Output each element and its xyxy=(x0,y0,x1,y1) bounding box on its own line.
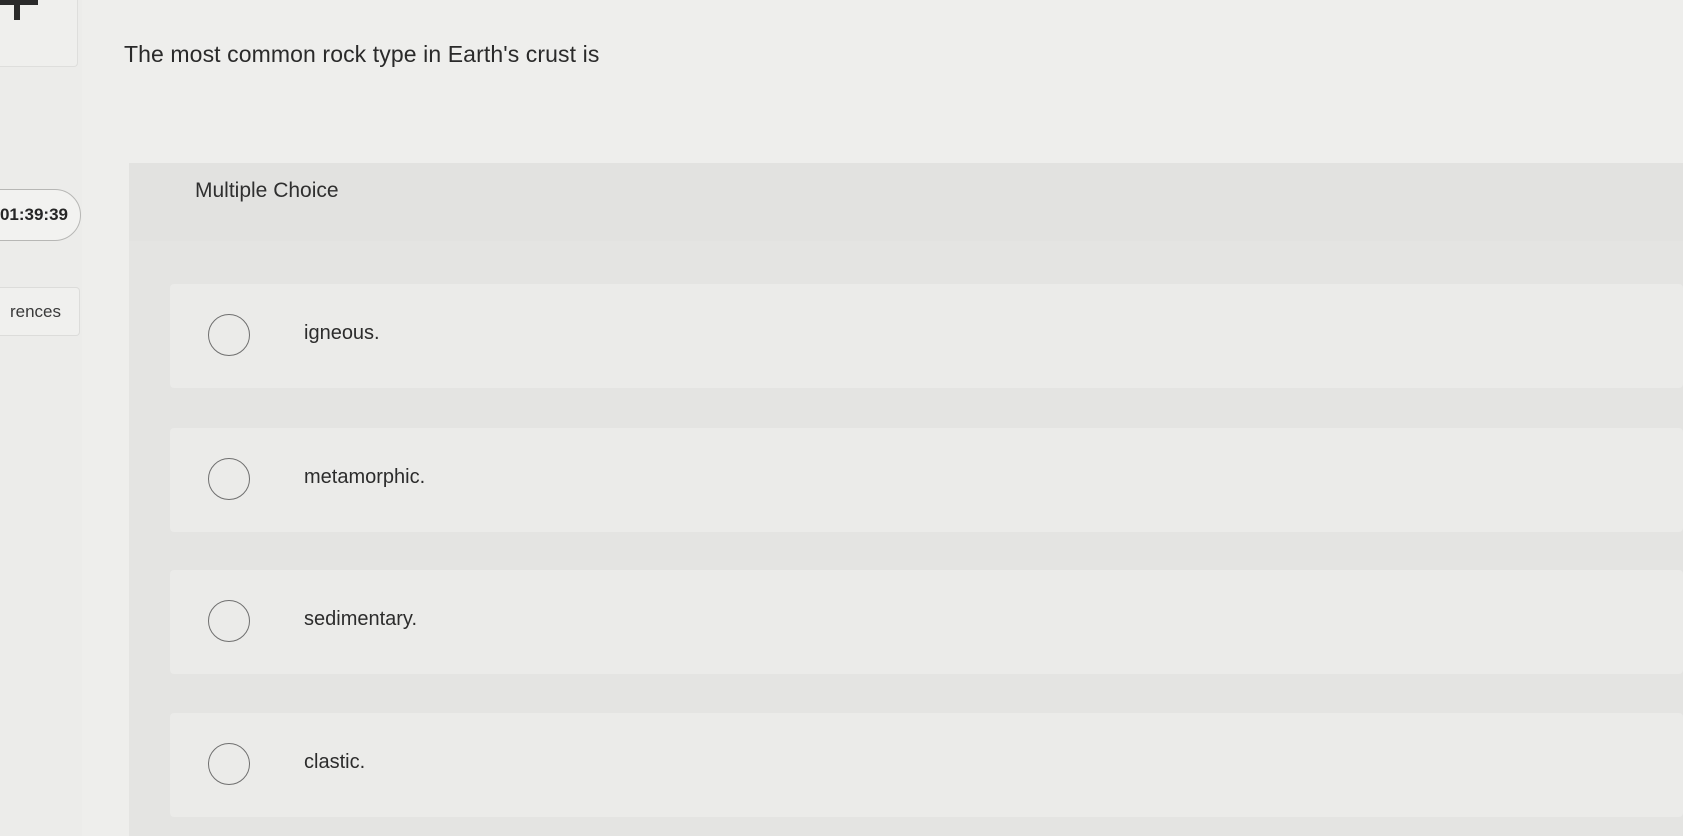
panel-header: Multiple Choice xyxy=(129,163,1683,241)
answer-option-label: igneous. xyxy=(304,322,380,344)
answer-option-label: sedimentary. xyxy=(304,608,418,630)
add-tile[interactable] xyxy=(0,0,78,67)
radio-unselected-icon[interactable] xyxy=(208,314,250,356)
timer-badge[interactable]: 01:39:39 xyxy=(0,189,81,241)
answer-option[interactable]: metamorphic. xyxy=(170,428,1683,532)
answer-option-label: metamorphic. xyxy=(304,466,426,488)
question-type-label: Multiple Choice xyxy=(195,179,339,202)
answer-option[interactable]: igneous. xyxy=(170,284,1683,388)
references-button[interactable]: rences xyxy=(0,287,80,336)
radio-unselected-icon[interactable] xyxy=(208,743,250,785)
radio-unselected-icon[interactable] xyxy=(208,600,250,642)
answer-option[interactable]: sedimentary. xyxy=(170,570,1683,674)
answer-panel: Multiple Choice igneous. metamorphic. se… xyxy=(129,163,1683,836)
timer-text: 01:39:39 xyxy=(0,205,68,224)
question-text: The most common rock type in Earth's cru… xyxy=(124,41,600,67)
answer-option-label: clastic. xyxy=(304,751,366,773)
left-sidebar: 01:39:39 rences xyxy=(0,0,82,836)
radio-unselected-icon[interactable] xyxy=(208,458,250,500)
answer-option[interactable]: clastic. xyxy=(170,713,1683,817)
references-label: rences xyxy=(9,301,61,321)
plus-icon[interactable] xyxy=(0,0,40,22)
